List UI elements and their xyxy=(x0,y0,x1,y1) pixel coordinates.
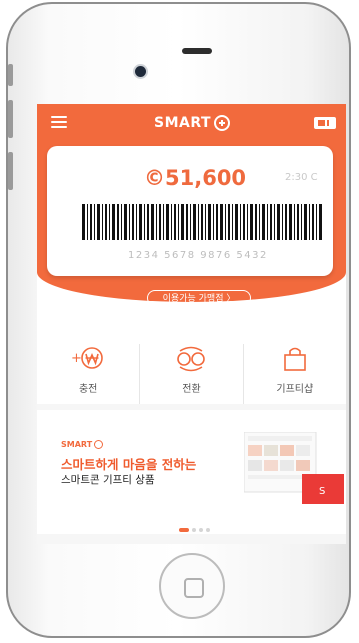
convert-label: 전환 xyxy=(182,384,201,395)
volume-down-button xyxy=(8,152,13,190)
gift-shop-button[interactable]: 기프티샵 xyxy=(242,344,346,406)
action-row: + 충전 전환 기프티샵 xyxy=(37,344,346,406)
charge-label: 충전 xyxy=(78,384,98,395)
charge-button[interactable]: + 충전 xyxy=(37,344,139,406)
svg-text:S: S xyxy=(319,486,325,497)
available-stores-button[interactable]: 이용가능 가맹점 〉 xyxy=(147,290,251,306)
speaker xyxy=(182,48,212,54)
card-scan-icon[interactable] xyxy=(314,116,336,130)
gift-card[interactable]: ©51,600 2:30 C 1234 5678 9876 5432 xyxy=(47,146,333,276)
home-button[interactable] xyxy=(159,553,225,619)
front-camera xyxy=(135,66,146,77)
promo-brand: SMART xyxy=(61,440,104,449)
card-time: 2:30 C xyxy=(285,172,318,183)
plus-circle-icon xyxy=(94,440,104,449)
app-header: SMART xyxy=(37,104,346,144)
volume-up-button xyxy=(8,100,13,138)
card-balance: ©51,600 xyxy=(144,166,247,190)
promo-banner[interactable]: SMART 스마트하게 마음을 전하는 스마트콘 기프티 상품 S xyxy=(37,404,346,544)
gift-shop-label: 기프티샵 xyxy=(276,384,314,395)
app-screen: SMART ©51,600 2:30 C 1234 5678 9876 5432… xyxy=(37,104,346,544)
convert-button[interactable]: 전환 xyxy=(139,344,242,406)
plus-circle-icon xyxy=(214,115,231,131)
svg-text:+: + xyxy=(71,351,82,366)
barcode xyxy=(82,204,322,240)
menu-icon[interactable] xyxy=(51,116,67,128)
promo-headline: 스마트하게 마음을 전하는 xyxy=(61,457,197,472)
convert-icon xyxy=(177,346,206,372)
mute-switch xyxy=(8,64,13,86)
promo-subline: 스마트콘 기프티 상품 xyxy=(61,474,155,486)
promo-image: S xyxy=(244,432,344,504)
won-charge-icon: + xyxy=(71,347,103,369)
app-logo: SMART xyxy=(154,113,231,133)
card-code-number: 1234 5678 9876 5432 xyxy=(128,250,268,261)
carousel-dots[interactable] xyxy=(179,528,213,532)
shopping-bag-icon xyxy=(284,347,306,371)
